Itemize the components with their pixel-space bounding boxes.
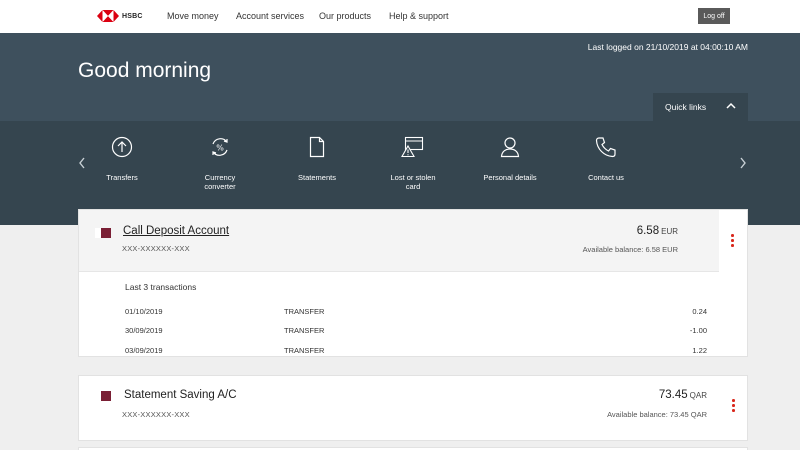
account-card: Call Deposit Account XXX-XXXXXX-XXX 6.58… xyxy=(78,209,748,357)
account-menu-icon[interactable] xyxy=(731,234,735,249)
account-card[interactable]: Statement Saving A/C XXX-XXXXXX-XXX 73.4… xyxy=(78,375,748,441)
quick-link-label: Statements xyxy=(298,173,336,182)
quick-link-currency-converter[interactable]: % Currency converter xyxy=(178,135,262,191)
quick-link-label: Transfers xyxy=(106,173,138,182)
hsbc-logo[interactable]: HSBC xyxy=(97,9,143,23)
account-name-link[interactable]: Call Deposit Account xyxy=(123,225,229,237)
available-balance: Available balance: 73.45 QAR xyxy=(607,410,707,419)
quick-link-label: Currency converter xyxy=(204,173,236,191)
quick-link-statements[interactable]: Statements xyxy=(275,135,359,182)
account-name[interactable]: Statement Saving A/C xyxy=(124,389,237,401)
quick-link-transfers[interactable]: Transfers xyxy=(80,135,164,182)
quick-link-lost-card[interactable]: Lost or stolen card xyxy=(371,135,455,191)
account-swatch xyxy=(101,391,111,401)
logoff-button[interactable]: Log off xyxy=(698,8,730,24)
last-logged-text: Last logged on 21/10/2019 at 04:00:10 AM xyxy=(587,42,748,52)
svg-text:%: % xyxy=(216,144,224,153)
hexagon-logo-icon xyxy=(97,10,119,22)
greeting-heading: Good morning xyxy=(78,59,212,82)
transaction-date: 03/09/2019 xyxy=(125,346,163,355)
account-balance: 73.45 QAR xyxy=(658,389,707,401)
accounts-area: Call Deposit Account XXX-XXXXXX-XXX 6.58… xyxy=(0,209,800,450)
nav-our-products[interactable]: Our products xyxy=(319,11,371,21)
available-balance: Available balance: 6.58 EUR xyxy=(582,245,678,254)
quick-links-label: Quick links xyxy=(665,102,707,112)
transaction-amount: 0.24 xyxy=(692,307,707,316)
currency-code: EUR xyxy=(661,227,678,236)
welcome-banner: Last logged on 21/10/2019 at 04:00:10 AM… xyxy=(0,33,800,121)
quick-link-label: Lost or stolen card xyxy=(390,173,436,191)
transaction-date: 30/09/2019 xyxy=(125,326,163,335)
account-number: XXX-XXXXXX-XXX xyxy=(122,244,190,253)
transaction-amount: -1.00 xyxy=(689,326,707,335)
currency-converter-icon: % xyxy=(212,138,228,156)
transaction-row: 30/09/2019 TRANSFER -1.00 xyxy=(125,326,707,336)
document-icon xyxy=(309,136,325,158)
transaction-row: 01/10/2019 TRANSFER 0.24 xyxy=(125,307,707,317)
transaction-type: TRANSFER xyxy=(284,307,325,316)
transactions-title: Last 3 transactions xyxy=(125,282,197,292)
nav-move-money[interactable]: Move money xyxy=(167,11,219,21)
transaction-type: TRANSFER xyxy=(284,326,325,335)
person-icon xyxy=(500,137,520,158)
currency-code: QAR xyxy=(689,391,707,400)
transaction-amount: 1.22 xyxy=(692,346,707,355)
phone-icon xyxy=(595,137,616,158)
card-warning-icon xyxy=(401,136,424,158)
top-navigation-bar: HSBC Move money Account services Our pro… xyxy=(0,0,800,33)
nav-help-support[interactable]: Help & support xyxy=(389,11,449,21)
account-balance: 6.58 EUR xyxy=(636,225,678,237)
logo-text: HSBC xyxy=(122,12,143,20)
transaction-type: TRANSFER xyxy=(284,346,325,355)
account-header[interactable]: Call Deposit Account XXX-XXXXXX-XXX 6.58… xyxy=(79,210,719,272)
transaction-date: 01/10/2019 xyxy=(125,307,163,316)
quick-link-label: Personal details xyxy=(483,173,537,182)
nav-account-services[interactable]: Account services xyxy=(236,11,304,21)
account-menu-icon[interactable] xyxy=(732,399,736,414)
quick-link-personal-details[interactable]: Personal details xyxy=(468,135,552,182)
chevron-up-icon xyxy=(726,102,736,109)
transaction-row: 03/09/2019 TRANSFER 1.22 xyxy=(125,346,707,356)
quick-link-contact-us[interactable]: Contact us xyxy=(564,135,648,182)
quick-links-toggle[interactable]: Quick links xyxy=(653,93,748,121)
account-number: XXX-XXXXXX-XXX xyxy=(122,410,190,419)
transfer-arrow-icon xyxy=(111,136,133,158)
chevron-right-icon[interactable] xyxy=(739,157,747,169)
account-swatch xyxy=(101,228,111,238)
quick-link-label: Contact us xyxy=(588,173,624,182)
